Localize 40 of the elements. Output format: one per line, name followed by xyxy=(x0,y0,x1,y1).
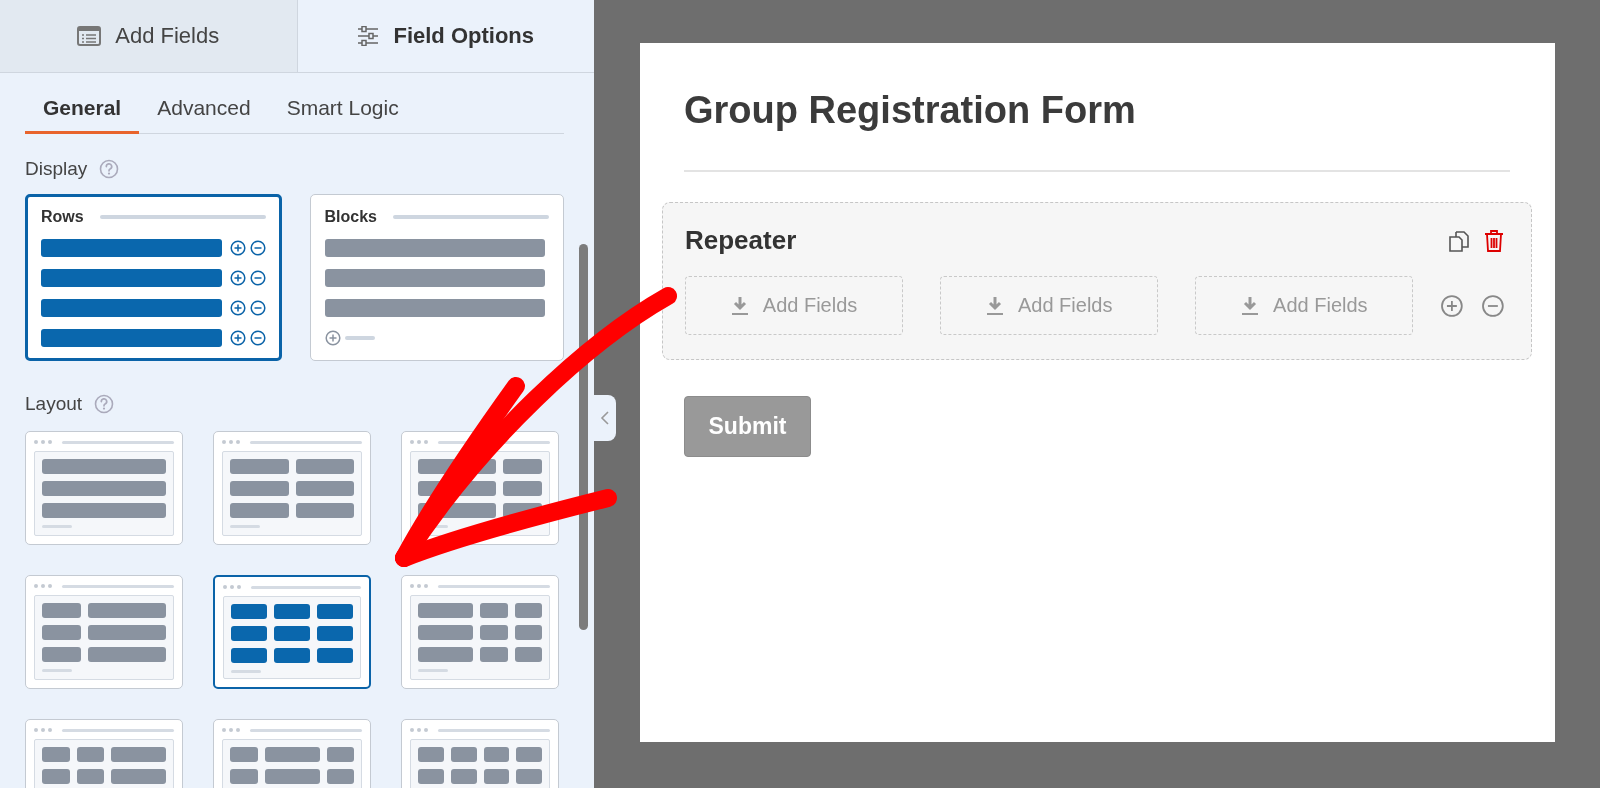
plus-icon xyxy=(229,299,246,316)
layout-option[interactable] xyxy=(213,575,371,689)
collapse-handle[interactable] xyxy=(594,395,616,441)
option-tab[interactable]: General xyxy=(25,73,140,134)
display-option[interactable]: Blocks xyxy=(309,194,564,361)
form-title: Group Registration Form xyxy=(684,89,1137,132)
slot-label: Add Fields xyxy=(1017,294,1113,317)
plus-icon xyxy=(324,329,341,346)
chevron-left-icon xyxy=(600,410,610,426)
panel-tab[interactable]: Add Fields xyxy=(0,0,298,72)
option-tab[interactable]: Advanced xyxy=(139,73,269,134)
minus-icon xyxy=(249,329,266,346)
section-label: Display xyxy=(25,158,88,180)
slot-label: Add Fields xyxy=(762,294,858,317)
repeater-title: Repeater xyxy=(685,225,797,256)
trash-icon[interactable] xyxy=(1483,228,1505,253)
plus-icon[interactable] xyxy=(1440,293,1465,318)
section-label: Layout xyxy=(25,393,83,415)
minus-icon xyxy=(249,299,266,316)
option-tab[interactable]: Smart Logic xyxy=(268,73,417,134)
scrollbar[interactable] xyxy=(579,244,588,630)
minus-icon[interactable] xyxy=(1481,293,1505,318)
option-label: Rows xyxy=(41,208,84,226)
display-option[interactable]: Rows xyxy=(25,194,282,361)
download-icon xyxy=(985,295,1004,316)
minus-icon xyxy=(249,269,266,286)
help-icon[interactable] xyxy=(99,159,120,179)
minus-icon xyxy=(249,239,266,256)
option-label: Blocks xyxy=(324,208,377,226)
help-icon[interactable] xyxy=(94,394,115,414)
plus-icon xyxy=(229,329,246,346)
sliders-icon xyxy=(357,26,380,46)
slot-label: Add Fields xyxy=(1273,294,1368,317)
plus-icon xyxy=(229,269,246,286)
list-icon xyxy=(77,26,102,46)
duplicate-icon[interactable] xyxy=(1447,228,1471,253)
download-icon xyxy=(1241,295,1260,316)
download-icon xyxy=(730,295,749,316)
repeater-field[interactable]: Repeater Add Fields Add Fields Add Fields xyxy=(662,202,1532,360)
plus-icon xyxy=(229,239,246,256)
